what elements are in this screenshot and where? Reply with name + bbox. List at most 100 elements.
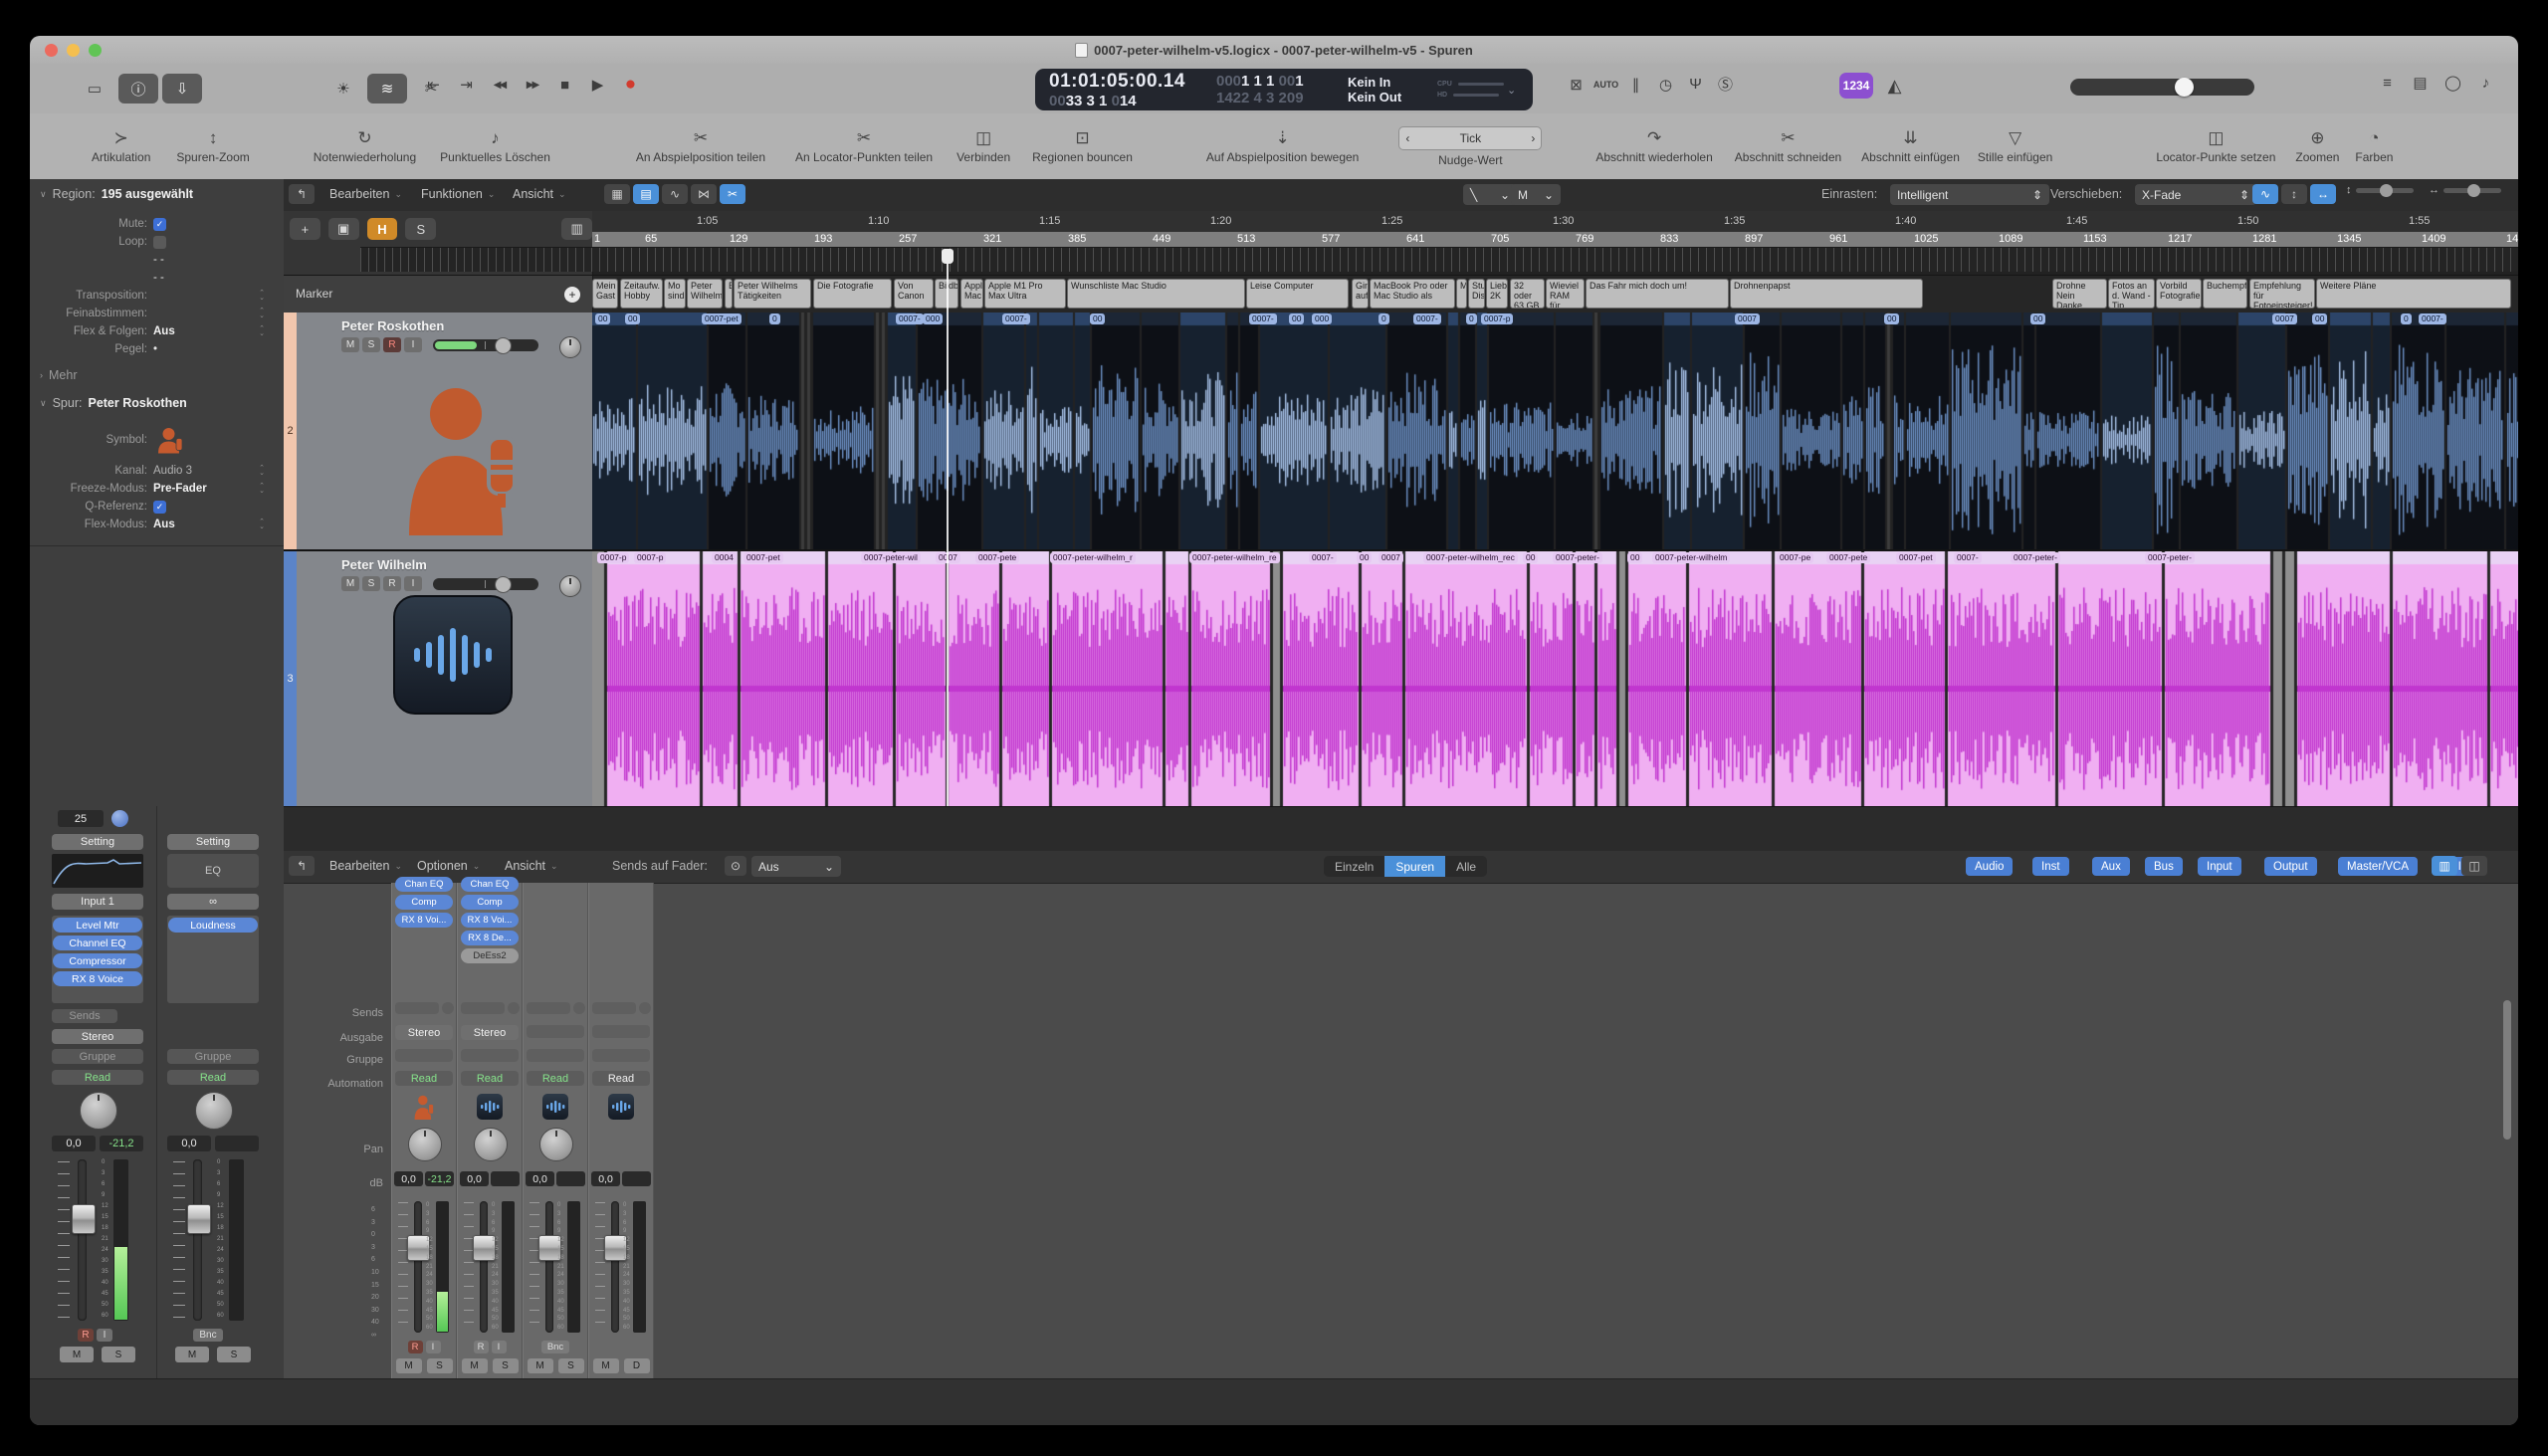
tracks-menu-ansicht[interactable]: Ansicht⌄ [513, 187, 566, 201]
marker-vorbild-fotografie[interactable]: Vorbild Fotografie [2156, 279, 2202, 309]
fader-track[interactable] [414, 1201, 422, 1333]
marker-appl-mac[interactable]: Appl. Mac [960, 279, 983, 309]
toolbar-item-notenwiederholung[interactable]: ↻Notenwiederholung [314, 129, 416, 164]
strip-automation-button[interactable]: Read [592, 1071, 650, 1086]
toolbar-item-abschnitt-einf-gen[interactable]: ⇊Abschnitt einfügen [1861, 129, 1960, 164]
horizontal-zoom-slider[interactable]: ↔ [2429, 184, 2501, 196]
track-button-r[interactable]: R [383, 576, 401, 591]
marker-32-oder-63-gb[interactable]: 32 oder 63 GB [1510, 279, 1545, 309]
mixer-view-tab-spuren[interactable]: Spuren [1384, 856, 1445, 877]
mixer-icon[interactable]: ≋ [367, 74, 407, 104]
marker-fotos-an-d-wand-tip[interactable]: Fotos an d. Wand - Tip [2108, 279, 2155, 309]
marker-peter-wilhelm[interactable]: Peter Wilhelm [687, 279, 723, 309]
back-button[interactable]: ↰ [289, 184, 315, 204]
volume-thumb[interactable] [495, 337, 512, 354]
forward-button[interactable]: ▶▶ [519, 80, 545, 91]
mixer-filter-output[interactable]: Output [2264, 857, 2317, 876]
stepper-icon[interactable]: ⌃⌄ [259, 520, 265, 529]
playhead-handle[interactable] [942, 249, 954, 264]
strip-group-slot[interactable] [461, 1049, 519, 1062]
channel-fader[interactable]: 03691215182124303540455060 [392, 1199, 456, 1337]
waveform-zoom-button[interactable]: ∿ [2252, 184, 2278, 204]
go-to-beginning-button[interactable]: ⇤ [420, 76, 447, 94]
loop-browser-icon[interactable]: ◯ [2440, 74, 2466, 92]
toolbar-item-punktuelles-l-schen[interactable]: ♪Punktuelles Löschen [440, 129, 550, 164]
strip-input-button[interactable]: Input 1 [52, 894, 143, 910]
vertical-zoom-slider[interactable]: ↕ [2346, 184, 2414, 196]
track-header-peter-wilhelm[interactable]: 3Peter WilhelmMSRI [284, 551, 593, 806]
ms-button-m[interactable]: M [593, 1358, 619, 1373]
record-button[interactable]: ● [617, 74, 644, 96]
mixer-filter-aux[interactable]: Aux [2092, 857, 2130, 876]
mixer-strip-master[interactable]: Read0,003691215182124303540455060MDMaste… [588, 883, 654, 1380]
ms-button-m[interactable]: M [462, 1358, 488, 1373]
master-volume-slider[interactable] [2070, 79, 2254, 96]
stepper-icon[interactable]: ⌃⌄ [259, 484, 265, 494]
channel-fader[interactable]: 03691215182124303540455060 [524, 1199, 587, 1337]
ms-button-m[interactable]: M [175, 1347, 209, 1362]
checkbox[interactable] [153, 236, 166, 249]
lcd-display[interactable]: 01:01:05:00.14 0033 3 1 014 0001 1 1 001… [1035, 69, 1533, 110]
media-browser-icon[interactable]: ♪ [2472, 75, 2499, 92]
track-pan-knob[interactable] [559, 336, 581, 358]
toolbar-item-locator-punkte-setzen[interactable]: ◫Locator-Punkte setzen [2156, 129, 2275, 164]
ms-button-m[interactable]: M [396, 1358, 422, 1373]
input-meter-icon[interactable]: ∥ [1622, 76, 1649, 94]
vertical-auto-zoom-button[interactable]: ↕ [2281, 184, 2307, 204]
track-symbol-icon[interactable] [155, 425, 185, 455]
nudge-stepper-box[interactable]: ‹Tick› [1398, 126, 1542, 150]
mixer-strip-peter-then[interactable]: Chan EQCompRX 8 Voi...StereoRead0,0-21,2… [391, 883, 457, 1380]
toolbar-item-farben[interactable]: ◔Farben [2355, 129, 2393, 164]
hide-tracks-button[interactable]: H [367, 218, 398, 240]
marker-buchempf-[interactable]: Buchempf. [2203, 279, 2247, 309]
marker-track-header[interactable]: Marker + [284, 276, 593, 313]
strip-output-button[interactable]: Stereo [395, 1025, 453, 1040]
ms-button-s[interactable]: S [217, 1347, 251, 1362]
mixer-filter-audio[interactable]: Audio [1966, 857, 2013, 876]
horizontal-auto-zoom-button[interactable]: ↔ [2310, 184, 2336, 204]
toolbar-item-an-abspielposition-teilen[interactable]: ✂An Abspielposition teilen [636, 129, 765, 164]
go-to-end-button[interactable]: ⇥ [453, 76, 480, 94]
marker-empfehlung-f-r-fotoeinsteiger-[interactable]: Empfehlung für Fotoeinsteiger! [2249, 279, 2315, 309]
region-gain-value[interactable]: 25 [58, 810, 104, 827]
metronome-button[interactable]: ◭ [1881, 76, 1908, 97]
fader-track[interactable] [611, 1201, 619, 1333]
mixer-scrollbar[interactable] [2503, 1000, 2511, 1140]
strip-output-button[interactable]: Stereo [52, 1029, 143, 1044]
strip-eq-button[interactable]: EQ [167, 854, 259, 888]
strip-automation-button[interactable]: Read [395, 1071, 453, 1086]
marker-wunschliste-mac-studio[interactable]: Wunschliste Mac Studio [1067, 279, 1245, 309]
tracks-scroll-strip[interactable] [284, 806, 2518, 852]
mixer-filter-master-vca[interactable]: Master/VCA [2338, 857, 2418, 876]
plugin-slot[interactable]: Compressor [53, 953, 142, 968]
marker-zeitaufw-hobby[interactable]: Zeitaufw. Hobby [620, 279, 663, 309]
strip-group-slot[interactable] [395, 1049, 453, 1062]
strip-sends-slot[interactable] [527, 1002, 570, 1014]
strip-group-slot[interactable] [527, 1049, 584, 1062]
tracks-menu-funktionen[interactable]: Funktionen⌄ [421, 187, 495, 201]
marker-leise-computer[interactable]: Leise Computer [1246, 279, 1349, 309]
nudge-value-stepper[interactable]: ‹Tick›Nudge-Wert [1398, 126, 1542, 167]
ms-button-s[interactable]: S [427, 1358, 453, 1373]
mixer-menu-ansicht[interactable]: Ansicht⌄ [505, 859, 558, 873]
strip-eq-display[interactable] [52, 854, 143, 888]
stop-button[interactable]: ■ [551, 77, 578, 94]
volume-value[interactable]: 0,0 [52, 1136, 96, 1151]
mixer-strip-peter-helm[interactable]: Chan EQCompRX 8 Voi...RX 8 De...DeEss2St… [457, 883, 523, 1380]
strip-group-button[interactable]: Gruppe [167, 1049, 259, 1064]
rec-button-bnc[interactable]: Bnc [193, 1329, 223, 1342]
marker-mo-sind[interactable]: Mo sind [664, 279, 686, 309]
toolbar-item-stille-einf-gen[interactable]: ▽Stille einfügen [1978, 129, 2052, 164]
marker-die-fotografie[interactable]: Die Fotografie [813, 279, 892, 309]
strip-output-slot[interactable] [527, 1025, 584, 1038]
track-regions-3[interactable]: 0007-p0007-p00040007-pet0007-peter-wil00… [592, 551, 2518, 806]
solo-mode-icon[interactable]: Ⓢ [1712, 74, 1739, 95]
stepper-icon[interactable]: ⌃⌄ [259, 291, 265, 301]
toolbar-item-abschnitt-schneiden[interactable]: ✂Abschnitt schneiden [1735, 129, 1841, 164]
volume-value[interactable]: 0,0 [167, 1136, 211, 1151]
checkbox[interactable]: ✓ [153, 501, 166, 514]
split-tool-icon[interactable]: ✂ [720, 184, 745, 204]
track-2-waveforms-canvas[interactable] [592, 312, 2518, 549]
plugin-slot[interactable]: Comp [395, 895, 453, 910]
marker-das-fahr-mich-doch-um-[interactable]: Das Fahr mich doch um! [1586, 279, 1729, 309]
